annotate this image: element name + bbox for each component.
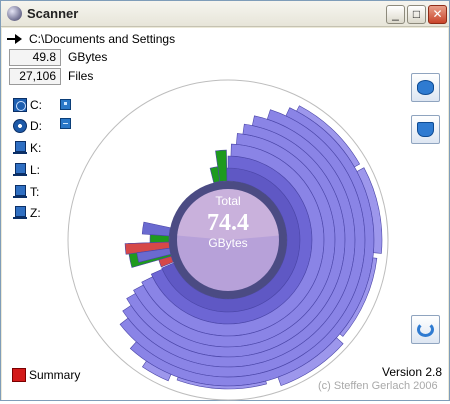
disk-icon [417, 80, 434, 95]
network-drive-icon [13, 185, 27, 199]
drive-label: C: [30, 98, 42, 112]
version-label: Version 2.8 [382, 365, 443, 379]
drive-label: Z: [30, 206, 41, 220]
summary-toggle[interactable]: Summary [12, 368, 80, 382]
refresh-button[interactable] [411, 315, 440, 344]
drive-item-l[interactable]: L: [13, 162, 40, 178]
network-drive-icon [13, 206, 27, 220]
cd-drive-icon [13, 119, 27, 133]
refresh-icon [417, 322, 434, 337]
drive-label: L: [30, 163, 41, 177]
copyright-label: (c) Steffen Gerlach 2006 [318, 380, 438, 392]
drive-item-t[interactable]: T: [13, 184, 39, 200]
maximize-button[interactable]: □ [407, 5, 426, 24]
center-total-unit: GBytes [208, 236, 247, 250]
size-value: 49.8 [9, 49, 61, 66]
drive-label: K: [30, 141, 42, 155]
size-unit: GBytes [68, 50, 108, 64]
trash-icon [417, 122, 434, 137]
sunburst-svg[interactable]: Total 74.4 GBytes [62, 79, 394, 401]
drive-label: D: [30, 119, 42, 133]
drive-label: T: [30, 185, 40, 199]
current-path: C:\Documents and Settings [29, 32, 176, 46]
drive-item-d[interactable]: D: [13, 118, 42, 134]
delete-button[interactable] [411, 115, 440, 144]
path-row[interactable]: C:\Documents and Settings [6, 31, 175, 47]
network-drive-icon [13, 163, 27, 177]
scanner-window: Scanner _ □ ✕ C:\Documents and Settings … [0, 0, 450, 401]
drive-item-z[interactable]: Z: [13, 205, 41, 221]
scan-disk-button[interactable] [411, 73, 440, 102]
summary-icon [12, 368, 26, 382]
summary-label: Summary [29, 368, 81, 382]
close-button[interactable]: ✕ [428, 5, 447, 24]
files-value: 27,106 [9, 68, 61, 85]
drive-item-k[interactable]: K: [13, 140, 41, 156]
title-bar[interactable]: Scanner _ □ ✕ [1, 1, 449, 27]
network-drive-icon [13, 141, 27, 155]
center-total-label: Total [215, 194, 240, 208]
arrow-right-icon[interactable] [6, 33, 24, 45]
sunburst-chart[interactable]: Total 74.4 GBytes [62, 79, 394, 401]
center-total-value: 74.4 [207, 210, 249, 236]
minimize-button[interactable]: _ [386, 5, 405, 24]
window-title: Scanner [27, 6, 79, 21]
hard-drive-icon [13, 98, 27, 112]
app-icon [7, 6, 22, 21]
drive-item-c[interactable]: C: [13, 97, 42, 113]
client-area: C:\Documents and Settings 49.8 GBytes 27… [2, 28, 448, 401]
